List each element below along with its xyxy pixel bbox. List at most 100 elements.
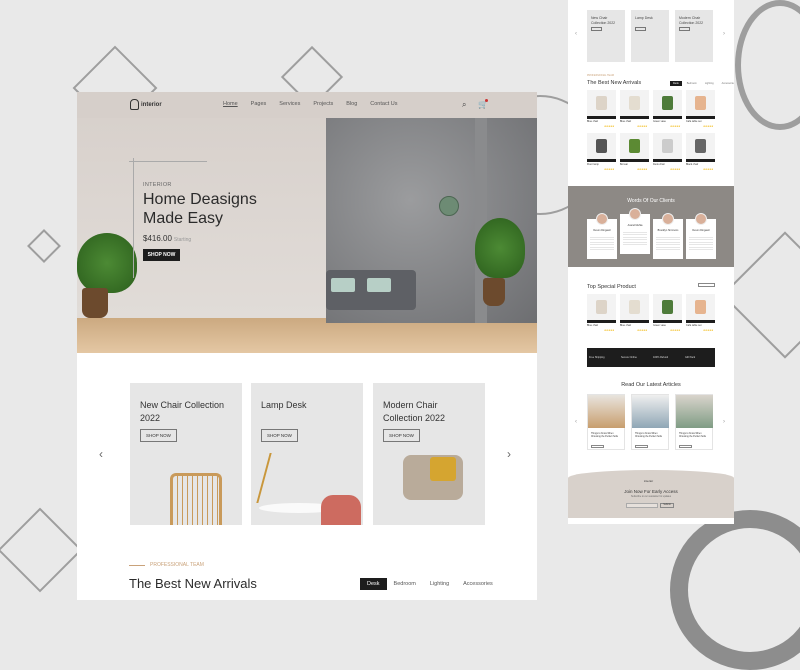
collection-card[interactable]: Modern Chair Collection 2022 SHOP NOW [373, 383, 485, 525]
preview-collection-card[interactable]: Modern Chair Collection 2022 [675, 10, 713, 62]
article-image [632, 395, 669, 428]
rating-stars: ★★★★★ [637, 329, 648, 332]
product-card[interactable] [620, 90, 649, 116]
hero-shop-now-button[interactable]: SHOP NOW [143, 249, 180, 261]
shop-now-button[interactable]: SHOP NOW [383, 429, 420, 442]
product-action-bar[interactable] [686, 116, 715, 119]
preview-collection-card[interactable]: Lamp Desk [631, 10, 669, 62]
product-action-bar[interactable] [587, 320, 616, 323]
articles-title: Read Our Latest Articles [621, 382, 681, 388]
avatar [629, 208, 641, 220]
product-name: Blue chair [620, 120, 632, 123]
product-card[interactable] [686, 133, 715, 159]
product-image [596, 96, 607, 110]
chevron-right-icon[interactable]: › [723, 419, 725, 425]
collection-card[interactable]: New Chair Collection 2022 SHOP NOW [130, 383, 242, 525]
join-section: interior Join Now For Early Access Subsc… [568, 470, 734, 518]
shop-now-button[interactable]: SHOP NOW [261, 429, 298, 442]
nav-item-services[interactable]: Services [279, 101, 300, 107]
nav-menu: Home Pages Services Projects Blog Contac… [223, 101, 397, 107]
feature-item: Secure Online [621, 356, 637, 359]
tab-accessories[interactable]: Accessories [456, 578, 500, 590]
tab-desk[interactable]: Desk [670, 81, 682, 86]
footer-logo: interior [644, 479, 654, 483]
product-card[interactable] [620, 294, 649, 320]
email-input[interactable] [626, 503, 658, 508]
logo[interactable]: interior [130, 99, 162, 110]
product-card[interactable] [620, 133, 649, 159]
hero-eyebrow: INTERIOR [143, 182, 172, 188]
product-image [662, 139, 673, 153]
product-image [629, 300, 640, 314]
shop-now-button[interactable]: SHOP NOW [140, 429, 177, 442]
article-card[interactable]: Things to Know When Choosing the Perfect… [631, 394, 669, 450]
product-name: Green vase [653, 324, 666, 327]
product-card[interactable] [587, 294, 616, 320]
product-name: Blue chair [587, 324, 599, 327]
chevron-left-icon[interactable]: ‹ [575, 31, 577, 37]
search-icon[interactable]: ⌕ [462, 100, 466, 110]
red-chair-image [321, 495, 361, 525]
footer-bar [568, 518, 734, 524]
chevron-left-icon[interactable]: ‹ [575, 419, 577, 425]
plant-image [77, 233, 137, 293]
product-action-bar[interactable] [686, 159, 715, 162]
nav-item-pages[interactable]: Pages [251, 101, 267, 107]
preview-collection-card[interactable]: New Chair Collection 2022 [587, 10, 625, 62]
product-action-bar[interactable] [620, 116, 649, 119]
tab-lighting[interactable]: Lighting [423, 578, 456, 590]
product-card[interactable] [653, 90, 682, 116]
avatar [596, 213, 608, 225]
product-action-bar[interactable] [653, 159, 682, 162]
product-image [629, 96, 640, 110]
product-card[interactable] [653, 133, 682, 159]
product-card[interactable] [587, 90, 616, 116]
rating-stars: ★★★★★ [604, 329, 615, 332]
product-card[interactable] [653, 294, 682, 320]
nav-item-contact[interactable]: Contact Us [370, 101, 397, 107]
collection-card[interactable]: Lamp Desk SHOP NOW [251, 383, 363, 525]
shop-now-button[interactable] [591, 27, 602, 31]
read-more-button[interactable] [591, 445, 604, 448]
tab-bedroom[interactable]: Bedroom [387, 578, 423, 590]
read-more-button[interactable] [679, 445, 692, 448]
read-more-button[interactable] [635, 445, 648, 448]
product-card[interactable] [686, 90, 715, 116]
product-action-bar[interactable] [620, 320, 649, 323]
chevron-right-icon[interactable]: › [507, 447, 511, 461]
product-action-bar[interactable] [620, 159, 649, 162]
product-action-bar[interactable] [587, 159, 616, 162]
client-quote [590, 237, 614, 251]
chevron-left-icon[interactable]: ‹ [99, 447, 103, 461]
product-name: Blue chair [620, 324, 632, 327]
preview-tabs: Desk Bedroom Lighting Accessories [670, 81, 734, 86]
chevron-right-icon[interactable]: › [723, 31, 725, 37]
tab-bedroom[interactable]: Bedroom [684, 81, 700, 86]
product-action-bar[interactable] [686, 320, 715, 323]
hero-title: Home Deasigns Made Easy [143, 191, 257, 227]
product-name: Green vase [653, 120, 666, 123]
product-action-bar[interactable] [587, 116, 616, 119]
submit-button[interactable]: Submit [660, 503, 674, 508]
nav-item-home[interactable]: Home [223, 101, 238, 107]
product-action-bar[interactable] [653, 320, 682, 323]
product-card[interactable] [587, 133, 616, 159]
article-card[interactable]: Things to Know When Choosing the Perfect… [675, 394, 713, 450]
feature-item: 100% Refund [653, 356, 669, 359]
nav-item-projects[interactable]: Projects [313, 101, 333, 107]
plant-image [475, 218, 525, 278]
product-name: Café table set [686, 324, 702, 327]
tab-desk[interactable]: Desk [360, 578, 387, 590]
tab-lighting[interactable]: Lighting [702, 81, 717, 86]
shop-now-button[interactable] [635, 27, 646, 31]
product-name: Blue chair [587, 120, 599, 123]
article-card[interactable]: Things to Know When Choosing the Perfect… [587, 394, 625, 450]
view-all-button[interactable] [698, 283, 715, 287]
product-action-bar[interactable] [653, 116, 682, 119]
shop-now-button[interactable] [679, 27, 690, 31]
hero-frame-line [129, 161, 207, 162]
nav-item-blog[interactable]: Blog [346, 101, 357, 107]
product-card[interactable] [686, 294, 715, 320]
tab-accessories[interactable]: Accessories [719, 81, 734, 86]
client-card: Brooklyn Simmons [653, 213, 683, 259]
